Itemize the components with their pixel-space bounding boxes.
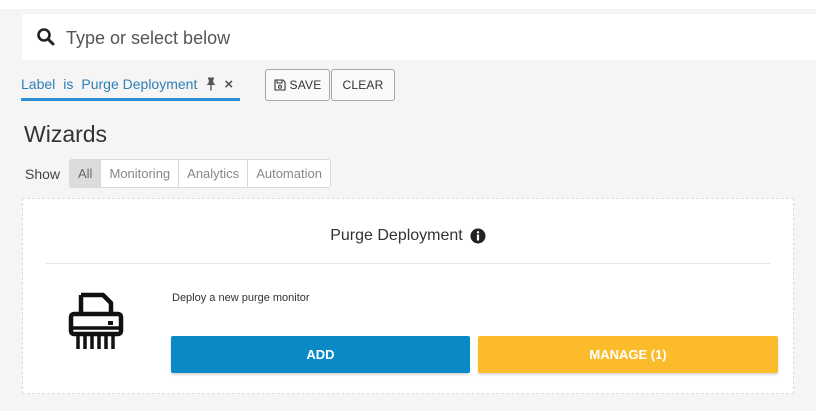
show-label: Show <box>25 166 61 182</box>
filter-chip[interactable]: Label is Purge Deployment × <box>21 70 240 101</box>
filter-option-all[interactable]: All <box>70 160 101 187</box>
floppy-disk-icon <box>273 79 286 91</box>
remove-filter-icon[interactable]: × <box>224 76 233 93</box>
clear-label: CLEAR <box>342 78 384 92</box>
search-icon <box>37 28 55 46</box>
pin-icon[interactable] <box>205 77 217 91</box>
filter-option-automation[interactable]: Automation <box>247 160 330 187</box>
search-bar[interactable] <box>22 14 816 60</box>
card-header: Purge Deployment <box>23 227 793 245</box>
wizard-card: Purge Deployment Deploy a new purge moni… <box>22 198 794 394</box>
shredder-icon <box>68 292 124 349</box>
info-icon[interactable] <box>470 228 486 244</box>
save-label: SAVE <box>289 78 322 92</box>
save-button[interactable]: SAVE <box>265 69 330 101</box>
filter-value: Purge Deployment <box>81 76 198 92</box>
page-title: Wizards <box>24 121 108 147</box>
card-title: Purge Deployment <box>330 227 463 244</box>
category-filter: All Monitoring Analytics Automation <box>69 159 331 188</box>
add-button[interactable]: ADD <box>171 336 470 373</box>
search-input[interactable] <box>64 22 768 54</box>
manage-button[interactable]: MANAGE (1) <box>478 336 778 373</box>
filter-option-analytics[interactable]: Analytics <box>178 160 247 187</box>
card-description: Deploy a new purge monitor <box>172 292 310 304</box>
top-strip <box>0 0 816 9</box>
filter-key: Label <box>21 76 56 92</box>
card-divider <box>46 263 770 264</box>
filter-option-monitoring[interactable]: Monitoring <box>100 160 178 187</box>
clear-button[interactable]: CLEAR <box>331 69 395 101</box>
filter-operator: is <box>63 76 74 92</box>
